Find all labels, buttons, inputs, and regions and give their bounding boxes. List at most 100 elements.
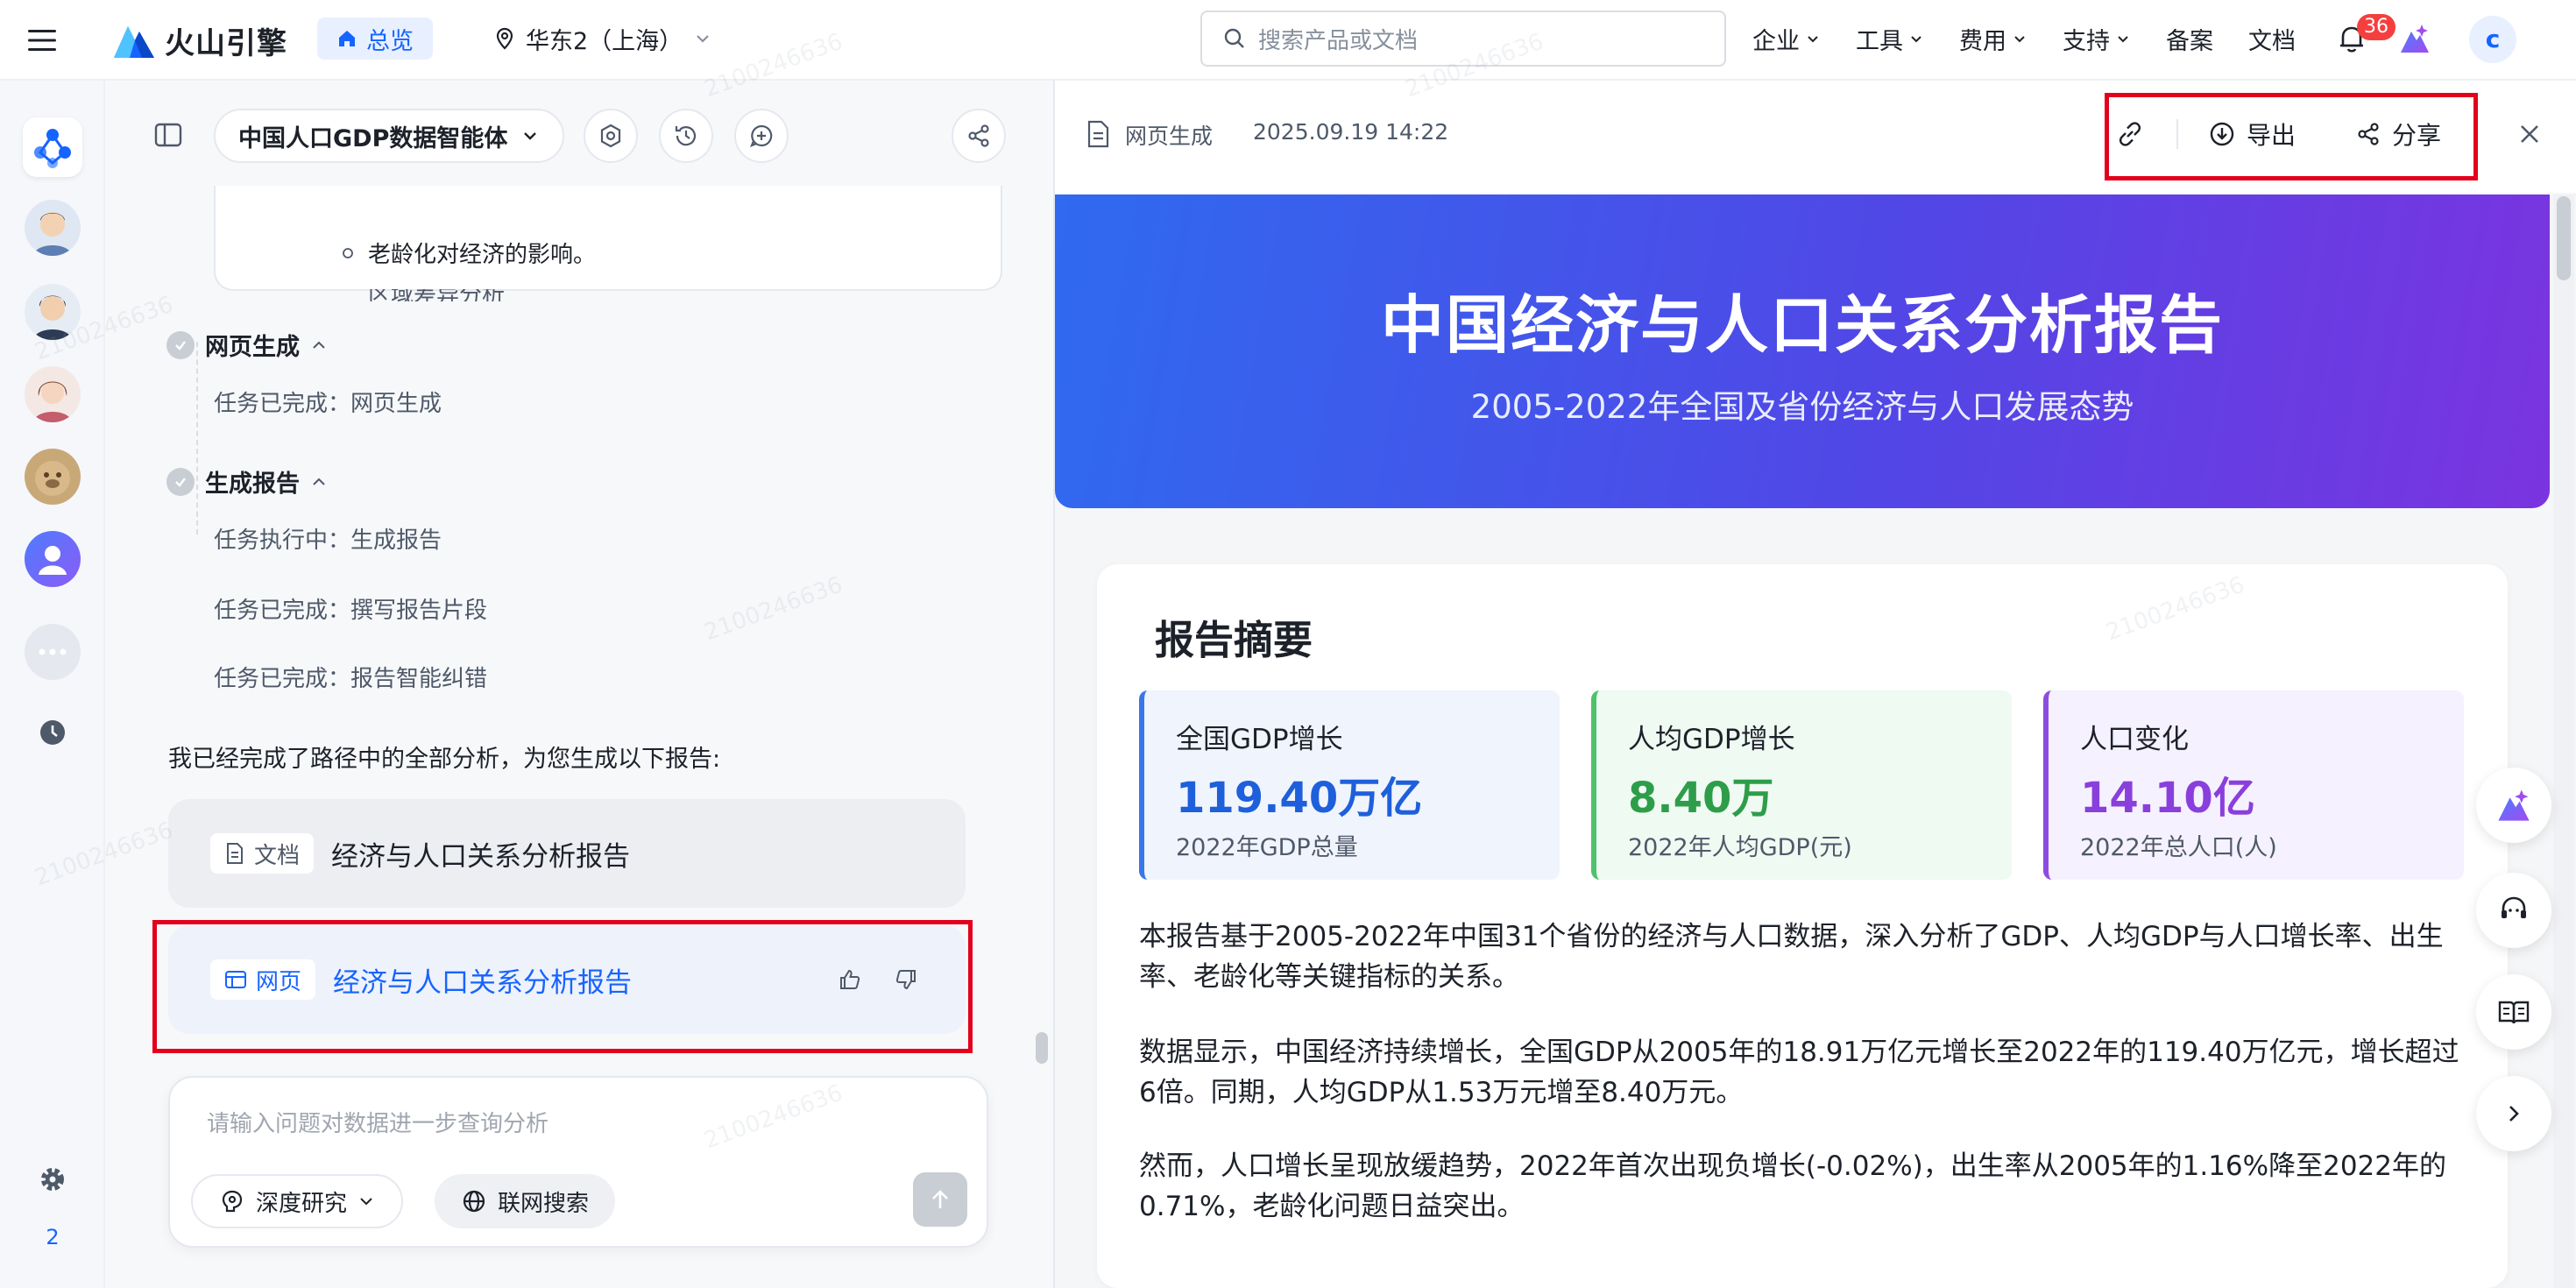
report-subtitle: 2005-2022年全国及省份经济与人口发展态势 [1470, 388, 2134, 426]
timeline-line [196, 342, 198, 534]
ai-assistant-icon[interactable] [2397, 21, 2432, 56]
gear-icon [600, 124, 621, 148]
report-hero-banner: 中国经济与人口关系分析报告 2005-2022年全国及省份经济与人口发展态势 [1055, 195, 2550, 508]
menu-label: 工具 [1856, 27, 1903, 55]
stat-card-population: 人口变化 14.10亿 2022年总人口(人) [2043, 690, 2464, 880]
chevron-down-icon [2118, 36, 2128, 43]
chevron-down-icon [1911, 36, 1921, 43]
agent-avatar-2[interactable] [25, 284, 81, 340]
top-menu: 企业 工具 费用 支持 备案 文档 [1752, 19, 2296, 58]
outline-cut-label: 区域差异分析 [368, 289, 596, 301]
search-input[interactable]: 搜索产品或文档 [1200, 11, 1726, 67]
menu-support[interactable]: 支持 [2063, 22, 2131, 56]
chevron-right-icon [2509, 1106, 2519, 1122]
menu-billing[interactable]: 费用 [1959, 22, 2028, 56]
menu-docs-link[interactable]: 文档 [2248, 22, 2296, 56]
report-summary-card: 报告摘要 全国GDP增长 119.40万亿 2022年GDP总量 人均GDP增长… [1097, 564, 2508, 1288]
user-avatar[interactable]: c [2469, 16, 2516, 63]
notification-count-badge: 36 [2357, 14, 2396, 40]
book-icon [2498, 1001, 2530, 1024]
more-agents-icon[interactable] [25, 624, 81, 680]
agent-avatar-1[interactable] [25, 200, 81, 256]
step-title: 生成报告 [205, 471, 300, 498]
result-card-document[interactable]: 文档 经济与人口关系分析报告 [168, 799, 966, 908]
deep-research-button[interactable]: 深度研究 [191, 1174, 404, 1228]
menu-tools[interactable]: 工具 [1856, 22, 1924, 56]
chevron-up-icon [313, 478, 325, 485]
region-selector[interactable]: 华东2（上海） [494, 19, 712, 58]
outline-card [214, 186, 1002, 291]
stat-label: 人口变化 [2080, 724, 2189, 755]
type-label: 文档 [254, 842, 301, 869]
volcano-logo-icon [114, 26, 154, 58]
web-search-label: 联网搜索 [498, 1190, 590, 1217]
chevron-down-icon [360, 1198, 372, 1206]
float-docs-button[interactable] [2476, 974, 2551, 1050]
hollow-bullet-icon [343, 247, 353, 258]
agent-avatar-3[interactable] [25, 366, 81, 422]
preview-timestamp: 2025.09.19 14:22 [1253, 119, 1449, 145]
outline-item-text: 老龄化对经济的影响。 [368, 242, 597, 268]
customer-service-icon [2502, 896, 2526, 918]
float-expand-button[interactable] [2476, 1076, 2551, 1151]
deep-research-label: 深度研究 [256, 1190, 348, 1217]
report-paragraph: 本报告基于2005-2022年中国31个省份的经济与人口数据，深入分析了GDP、… [1139, 921, 2444, 993]
new-chat-button[interactable] [734, 109, 789, 163]
report-paragraph: 然而，人口增长呈现放缓趋势，2022年首次出现负增长(-0.02%)，出生率从2… [1139, 1150, 2447, 1222]
chevron-up-icon [313, 341, 325, 349]
float-support-button[interactable] [2476, 873, 2551, 948]
float-ai-assistant-button[interactable] [2476, 768, 2551, 843]
sidebar-toggle-icon[interactable] [152, 119, 184, 151]
settings-gear-icon[interactable] [35, 1162, 70, 1197]
step-report-header[interactable]: 生成报告 [166, 464, 328, 499]
step-webpage-header[interactable]: 网页生成 [166, 328, 328, 362]
left-app-rail: 2 [0, 81, 105, 1288]
top-navigation-bar: 火山引擎 总览 华东2（上海） 搜索产品或文档 企业 工具 费用 支持 备案 文… [0, 0, 2576, 81]
chat-panel: 中国人口GDP数据智能体 老龄化对经济的影响。 区域差异分析 网页生成 任务已完… [105, 81, 1055, 1288]
volcengine-logo[interactable]: 火山引擎 [112, 16, 287, 65]
chevron-down-icon [1808, 36, 1818, 43]
report-title: 中国经济与人口关系分析报告 [1380, 288, 2224, 362]
menu-label: 费用 [1959, 27, 2006, 55]
agent-selector[interactable]: 中国人口GDP数据智能体 [214, 109, 564, 163]
rail-count[interactable]: 2 [35, 1220, 70, 1255]
chevron-down-icon [2014, 36, 2025, 43]
preview-scrollbar-thumb[interactable] [2557, 196, 2571, 280]
search-icon [1224, 28, 1244, 48]
menu-label: 企业 [1752, 27, 1800, 55]
stat-card-gdp-per-capita: 人均GDP增长 8.40万 2022年人均GDP(元) [1591, 690, 2012, 880]
report-paragraph: 数据显示，中国经济持续增长，全国GDP从2005年的18.91万亿元增长至202… [1139, 1037, 2459, 1108]
check-circle-icon [166, 330, 195, 359]
share-chat-button[interactable] [952, 109, 1006, 163]
composer-input[interactable]: 请输入问题对数据进一步查询分析 [207, 1106, 548, 1138]
outline-cut-text: 区域差异分析 [368, 289, 596, 301]
send-button[interactable] [913, 1172, 967, 1227]
stat-value: 8.40万 [1628, 774, 1774, 823]
menu-enterprise[interactable]: 企业 [1752, 22, 1821, 56]
task-status: 任务已完成：撰写报告片段 [214, 598, 488, 624]
agent-avatar-4[interactable] [25, 449, 81, 505]
home-overview-button[interactable]: 总览 [317, 18, 433, 60]
outline-list-item: 老龄化对经济的影响。 [342, 237, 596, 269]
highlight-box-export-share [2105, 93, 2478, 180]
stat-label: 全国GDP增长 [1176, 724, 1343, 755]
chevron-down-icon [524, 132, 536, 140]
chat-scrollbar[interactable] [1036, 1032, 1048, 1064]
task-status: 任务已完成：报告智能纠错 [214, 666, 488, 692]
preview-scrollbar-track [2553, 195, 2574, 1288]
web-search-toggle[interactable]: 联网搜索 [435, 1174, 616, 1228]
hamburger-menu-icon[interactable] [26, 25, 58, 56]
assistant-summary: 我已经完成了路径中的全部分析，为您生成以下报告: [168, 746, 721, 773]
agent-settings-button[interactable] [584, 109, 638, 163]
menu-label: 支持 [2063, 27, 2110, 55]
close-icon[interactable] [2513, 117, 2546, 151]
history-clock-icon[interactable] [37, 717, 68, 748]
agent-avatar-5[interactable] [25, 531, 81, 587]
menu-filing-link[interactable]: 备案 [2166, 22, 2213, 56]
history-button[interactable] [659, 109, 713, 163]
chevron-down-icon [697, 35, 709, 43]
step-title: 网页生成 [205, 334, 300, 361]
region-label: 华东2（上海） [526, 27, 683, 55]
agent-app-logo-icon[interactable] [23, 117, 82, 177]
stat-note: 2022年人均GDP(元) [1628, 834, 1852, 861]
